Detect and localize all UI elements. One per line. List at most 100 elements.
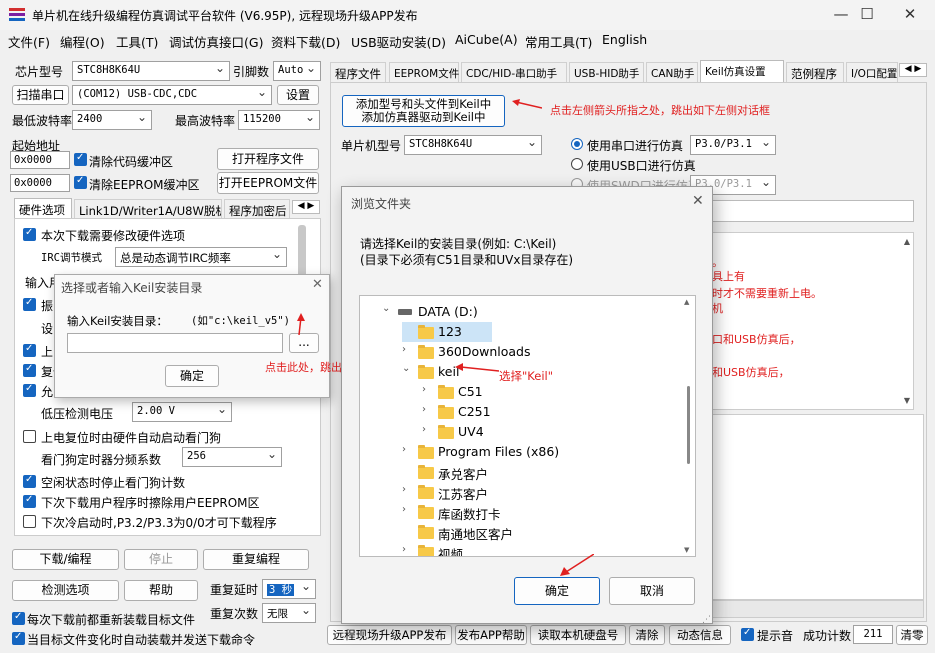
repeat-count-select[interactable]: 无限	[262, 603, 316, 623]
right-tab-scroll[interactable]: ◀ ▶	[899, 63, 927, 77]
read-disk-button[interactable]: 读取本机硬盘号	[530, 625, 626, 645]
menu-common-tools[interactable]: 常用工具(T)	[525, 32, 592, 51]
reprogram-button[interactable]: 重复编程	[203, 549, 309, 570]
erase-eeprom-checkbox[interactable]	[23, 494, 36, 508]
keil-dialog-close-icon[interactable]: ✕	[312, 277, 323, 292]
tab-serial-helper[interactable]: CDC/HID-串口助手	[461, 62, 567, 82]
expand-icon[interactable]: ›	[402, 504, 406, 515]
wdt-div-select[interactable]: 256	[182, 447, 282, 467]
idle-wdt-checkbox[interactable]	[23, 474, 36, 488]
close-icon[interactable]: ✕	[898, 4, 922, 24]
tab-program-file[interactable]: 程序文件	[330, 62, 386, 82]
tab-hardware-options[interactable]: 硬件选项	[14, 198, 72, 218]
beep-checkbox[interactable]	[741, 627, 754, 641]
check-options-button[interactable]: 检测选项	[12, 580, 119, 601]
clear-eeprom-label: 清除EEPROM缓冲区	[89, 178, 200, 192]
radio-serial[interactable]	[571, 138, 583, 150]
menu-program[interactable]: 编程(O)	[60, 32, 105, 51]
maximize-icon[interactable]: ☐	[855, 4, 879, 24]
menu-download[interactable]: 资料下载(D)	[271, 32, 340, 51]
download-button[interactable]: 下载/编程	[12, 549, 119, 570]
collapse-icon[interactable]: ⌄	[382, 303, 390, 314]
tree-scroll-down-icon[interactable]: ▼	[684, 546, 689, 554]
tab-encrypt[interactable]: 程序加密后	[224, 199, 290, 219]
tree-scroll-up-icon[interactable]: ▲	[684, 298, 689, 306]
expand-icon[interactable]: ›	[402, 444, 406, 455]
tab-offline[interactable]: Link1D/Writer1A/U8W脱机	[74, 199, 222, 219]
folder-tree[interactable]: ⌄ DATA (D:) 123 › 360Downloads ⌄ keil › …	[359, 295, 696, 557]
power-checkbox[interactable]	[23, 343, 36, 357]
menu-debug[interactable]: 调试仿真接口(G)	[169, 32, 263, 51]
keil-path-field[interactable]	[700, 200, 914, 222]
settings-button[interactable]: 设置	[277, 85, 319, 105]
browse-ok-button[interactable]: 确定	[514, 577, 600, 605]
browse-cancel-button[interactable]: 取消	[609, 577, 695, 605]
browse-dialog-close-icon[interactable]: ✕	[692, 193, 704, 209]
keil-dialog-ok-button[interactable]: 确定	[165, 365, 219, 387]
allow-checkbox[interactable]	[23, 383, 36, 397]
clear-code-checkbox[interactable]	[74, 152, 87, 166]
reset-checkbox[interactable]	[23, 363, 36, 377]
tab-keil-sim[interactable]: Keil仿真设置	[700, 60, 784, 82]
collapse-icon[interactable]: ⌄	[402, 363, 410, 374]
set-label: 设	[41, 322, 54, 336]
dynamic-info-button[interactable]: 动态信息	[669, 625, 731, 645]
max-baud-select[interactable]: 115200	[238, 110, 320, 130]
browse-annotation: 选择"Keil"	[499, 369, 554, 383]
min-baud-select[interactable]: 2400	[72, 110, 152, 130]
osc-checkbox[interactable]	[23, 297, 36, 311]
modify-hw-checkbox[interactable]	[23, 227, 36, 241]
serial-port-select[interactable]: P3.0/P3.1	[690, 135, 776, 155]
menu-file[interactable]: 文件(F)	[8, 32, 50, 51]
stop-button[interactable]: 停止	[124, 549, 198, 570]
tree-row-123[interactable]: 123	[402, 322, 492, 342]
menu-tools[interactable]: 工具(T)	[116, 32, 158, 51]
wdt-auto-checkbox[interactable]	[23, 430, 36, 443]
browse-button[interactable]: ...	[289, 333, 319, 353]
tab-can-helper[interactable]: CAN助手	[646, 62, 698, 82]
expand-icon[interactable]: ›	[402, 544, 406, 555]
port-select[interactable]: (COM12) USB-CDC,CDC	[72, 85, 272, 105]
scan-port-button[interactable]: 扫描串口	[12, 85, 69, 105]
repeat-delay-select[interactable]: 3 秒	[262, 579, 316, 599]
reset-count-button[interactable]: 清零	[896, 625, 928, 645]
reload-checkbox[interactable]	[12, 611, 25, 625]
open-program-button[interactable]: 打开程序文件	[217, 148, 319, 170]
scroll-up-icon[interactable]: ▲	[904, 237, 910, 246]
help-button[interactable]: 帮助	[124, 580, 198, 601]
tab-eeprom-file[interactable]: EEPROM文件	[389, 62, 459, 82]
chip-select[interactable]: STC8H8K64U	[72, 61, 230, 81]
expand-icon[interactable]: ›	[422, 424, 426, 435]
auto-load-checkbox[interactable]	[12, 631, 25, 645]
expand-icon[interactable]: ›	[402, 344, 406, 355]
addr-field-2[interactable]: 0x0000	[10, 174, 70, 192]
menu-aicube[interactable]: AiCube(A)	[455, 32, 518, 47]
mcu-select[interactable]: STC8H8K64U	[404, 135, 542, 155]
publish-help-button[interactable]: 发布APP帮助	[455, 625, 527, 645]
tab-io-config[interactable]: I/O口配置	[846, 62, 898, 82]
minimize-icon[interactable]: —	[829, 4, 853, 24]
clear-button[interactable]: 清除	[629, 625, 665, 645]
expand-icon[interactable]: ›	[422, 384, 426, 395]
radio-usb[interactable]	[571, 158, 583, 170]
resize-grip-icon[interactable]: ⋰	[702, 615, 711, 625]
tree-scrollbar-thumb[interactable]	[687, 386, 690, 464]
tab-examples[interactable]: 范例程序	[786, 62, 844, 82]
menu-usb-driver[interactable]: USB驱动安装(D)	[351, 32, 446, 51]
addr-field-1[interactable]: 0x0000	[10, 151, 70, 169]
clear-eeprom-checkbox[interactable]	[74, 175, 87, 189]
menu-english[interactable]: English	[602, 32, 647, 47]
keil-dir-input[interactable]	[67, 333, 283, 353]
expand-icon[interactable]: ›	[402, 484, 406, 495]
expand-icon[interactable]: ›	[422, 404, 426, 415]
irc-mode-select[interactable]: 总是动态调节IRC频率	[115, 247, 287, 267]
pins-select[interactable]: Auto	[273, 61, 321, 81]
tab-usb-hid-helper[interactable]: USB-HID助手	[569, 62, 644, 82]
remote-upgrade-button[interactable]: 远程现场升级APP发布	[327, 625, 452, 645]
scroll-down-icon[interactable]: ▼	[904, 396, 910, 405]
lvd-select[interactable]: 2.00 V	[132, 402, 232, 422]
tab-scroll-arrows[interactable]: ◀ ▶	[292, 200, 320, 214]
cold-start-checkbox[interactable]	[23, 515, 36, 528]
open-eeprom-button[interactable]: 打开EEPROM文件	[217, 172, 319, 194]
add-to-keil-button[interactable]: 添加型号和头文件到Keil中 添加仿真器驱动到Keil中	[342, 95, 505, 127]
